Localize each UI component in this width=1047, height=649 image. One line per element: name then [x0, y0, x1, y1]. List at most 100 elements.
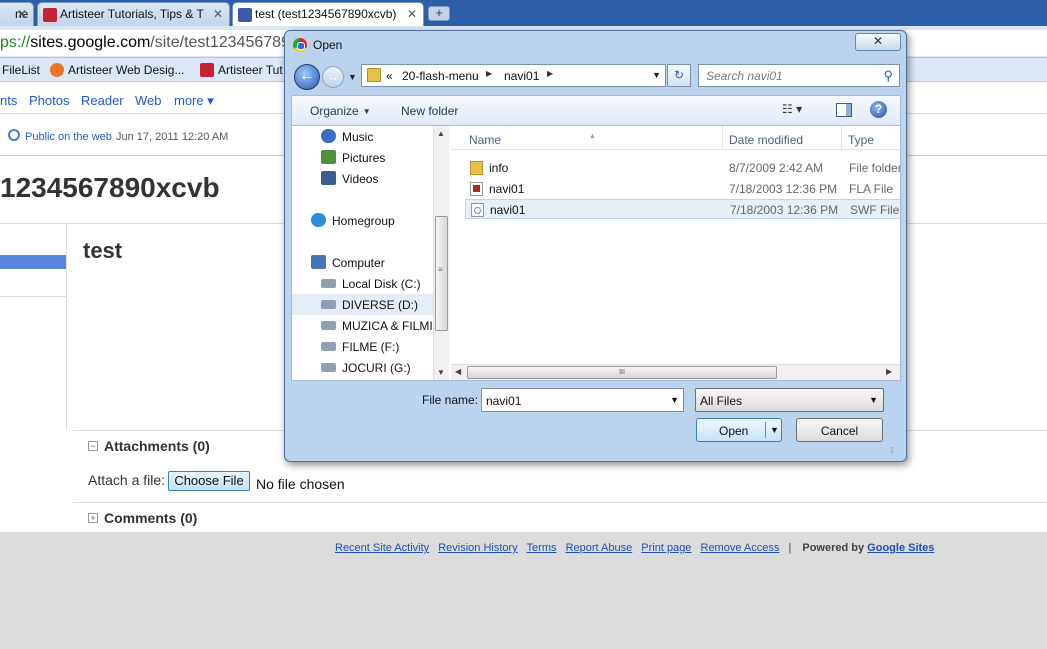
tab-test-active[interactable]: test (test1234567890xcvb) ✕	[232, 2, 424, 26]
open-button[interactable]: Open ▼	[696, 418, 782, 442]
file-row-info[interactable]: info 8/7/2009 2:42 AM File folder	[465, 158, 900, 178]
nav-item-pictures[interactable]: Pictures	[292, 147, 434, 168]
nav-item-filme-f[interactable]: FILME (F:)	[292, 336, 434, 357]
footer-link-terms[interactable]: Terms	[527, 542, 557, 554]
sidebar-item-selected[interactable]	[0, 255, 66, 269]
scrollbar-thumb[interactable]: ≡	[435, 216, 448, 331]
dialog-close-button[interactable]: ✕	[855, 33, 901, 51]
command-bar: Organize ▼ New folder ☷ ▾ ?	[291, 95, 901, 125]
gbar-link-photos[interactable]: Photos	[29, 93, 69, 108]
new-folder-button[interactable]: New folder	[401, 104, 458, 118]
close-tab-icon[interactable]: ✕	[17, 7, 27, 21]
footer-link-revision-history[interactable]: Revision History	[438, 542, 517, 554]
help-icon[interactable]: ?	[870, 101, 887, 118]
footer-link-print-page[interactable]: Print page	[641, 542, 691, 554]
organize-label: Organize	[310, 104, 359, 118]
file-list-scrollbar[interactable]: ◀ III ▶	[451, 364, 900, 380]
nav-label: MUZICA & FILMI	[342, 319, 433, 333]
file-row-navi01-swf[interactable]: navi01 7/18/2003 12:36 PM SWF File	[465, 199, 900, 219]
nav-item-videos[interactable]: Videos	[292, 168, 434, 189]
open-label: Open	[719, 424, 749, 438]
drive-icon	[321, 321, 336, 330]
preview-pane-icon[interactable]	[836, 103, 852, 117]
column-divider[interactable]	[841, 126, 842, 150]
choose-file-button[interactable]: Choose File	[168, 471, 250, 491]
change-view-button[interactable]: ☷ ▾	[782, 102, 802, 116]
breadcrumb-chevron-icon[interactable]: ▶	[547, 69, 553, 78]
gbar-link-reader[interactable]: Reader	[81, 93, 124, 108]
search-icon[interactable]: ⚲	[883, 68, 893, 84]
footer-link-remove-access[interactable]: Remove Access	[701, 542, 780, 554]
scroll-down-icon[interactable]: ▼	[437, 368, 445, 377]
address-dropdown-icon[interactable]: ▼	[652, 70, 661, 80]
folder-icon	[367, 68, 381, 82]
nav-item-music[interactable]: Music	[292, 126, 434, 147]
page-footer: Recent Site Activity Revision History Te…	[0, 532, 1047, 649]
file-row-navi01-fla[interactable]: navi01 7/18/2003 12:36 PM FLA File	[465, 179, 900, 199]
gbar-link-more[interactable]: more ▾	[174, 93, 214, 109]
bookmark-artisteer-web[interactable]: Artisteer Web Desig...	[50, 63, 184, 77]
search-input[interactable]: Search navi01 ⚲	[698, 64, 900, 87]
nav-item-homegroup[interactable]: Homegroup	[292, 210, 434, 231]
attachments-header[interactable]: − Attachments (0)	[88, 438, 210, 454]
bookmark-artisteer-tut[interactable]: Artisteer Tut	[200, 63, 283, 77]
gbar-link-web[interactable]: Web	[135, 93, 162, 108]
organize-button[interactable]: Organize ▼	[310, 104, 371, 118]
file-name-field[interactable]: navi01 ▼	[481, 388, 684, 412]
site-title[interactable]: 1234567890xcvb	[0, 172, 220, 204]
file-name: navi01	[489, 182, 525, 196]
nav-item-computer[interactable]: Computer	[292, 252, 434, 273]
address-breadcrumb-bar[interactable]: « 20-flash-menu ▶ navi01 ▶ ▼	[361, 64, 666, 87]
nav-item-diverse-d[interactable]: DIVERSE (D:)	[292, 294, 434, 315]
comments-header[interactable]: + Comments (0)	[88, 510, 197, 526]
breadcrumb-overflow[interactable]: «	[386, 69, 393, 83]
nav-item-local-disk-c[interactable]: Local Disk (C:)	[292, 273, 434, 294]
drive-icon	[321, 279, 336, 288]
file-date: 7/18/2003 12:36 PM	[730, 203, 839, 217]
column-date-modified[interactable]: Date modified	[729, 133, 803, 147]
file-type-select[interactable]: All Files ▼	[695, 388, 884, 412]
breadcrumb-chevron-icon[interactable]: ▶	[486, 69, 492, 78]
artisteer-favicon-icon	[43, 8, 57, 22]
scroll-up-icon[interactable]: ▲	[437, 129, 445, 138]
footer-link-report-abuse[interactable]: Report Abuse	[566, 542, 633, 554]
search-placeholder: Search navi01	[706, 69, 783, 83]
close-tab-icon[interactable]: ✕	[213, 7, 223, 21]
nav-item-jocuri-g[interactable]: JOCURI (G:)	[292, 357, 434, 378]
powered-by-label: Powered by	[802, 542, 865, 554]
refresh-button[interactable]: ↻	[667, 64, 691, 87]
scroll-left-icon[interactable]: ◀	[455, 367, 461, 376]
bookmark-filelist[interactable]: FileList	[2, 63, 40, 77]
back-button[interactable]: ←	[294, 64, 320, 90]
navigation-scrollbar[interactable]: ▲ ≡ ▼	[433, 126, 449, 380]
chevron-down-icon[interactable]: ▼	[770, 425, 779, 435]
collapse-icon[interactable]: −	[88, 441, 98, 451]
tab-artisteer[interactable]: Artisteer Tutorials, Tips & T ✕	[37, 2, 230, 26]
nav-item-muzica-filmi[interactable]: MUZICA & FILMI	[292, 315, 434, 336]
forward-button[interactable]: →	[322, 66, 344, 88]
breadcrumb-20-flash-menu[interactable]: 20-flash-menu	[402, 69, 479, 83]
expand-icon[interactable]: +	[88, 513, 98, 523]
chevron-down-icon[interactable]: ▼	[670, 395, 679, 405]
google-sites-link[interactable]: Google Sites	[867, 542, 934, 554]
nav-label: Local Disk (C:)	[342, 277, 421, 291]
file-name-label: File name:	[422, 393, 479, 407]
column-name[interactable]: Name	[469, 133, 501, 147]
scroll-right-icon[interactable]: ▶	[886, 367, 892, 376]
footer-link-recent-activity[interactable]: Recent Site Activity	[335, 542, 429, 554]
new-tab-button[interactable]: +	[428, 6, 450, 21]
column-type[interactable]: Type	[848, 133, 874, 147]
artisteer-icon	[50, 63, 64, 77]
close-tab-icon[interactable]: ✕	[407, 7, 417, 21]
public-on-web-link[interactable]: Public on the web	[25, 131, 112, 143]
tab-prev[interactable]: ne ✕	[0, 2, 34, 26]
breadcrumb-navi01[interactable]: navi01	[504, 69, 539, 83]
gbar-link-nts[interactable]: nts	[0, 93, 17, 108]
recent-locations-dropdown[interactable]: ▼	[348, 72, 357, 82]
comments-divider	[73, 502, 1047, 503]
cancel-button[interactable]: Cancel	[796, 418, 883, 442]
column-divider[interactable]	[722, 126, 723, 150]
scrollbar-thumb[interactable]: III	[467, 366, 777, 379]
music-icon	[321, 129, 336, 143]
resize-grip-icon[interactable]: ⁞⁞	[890, 446, 894, 455]
